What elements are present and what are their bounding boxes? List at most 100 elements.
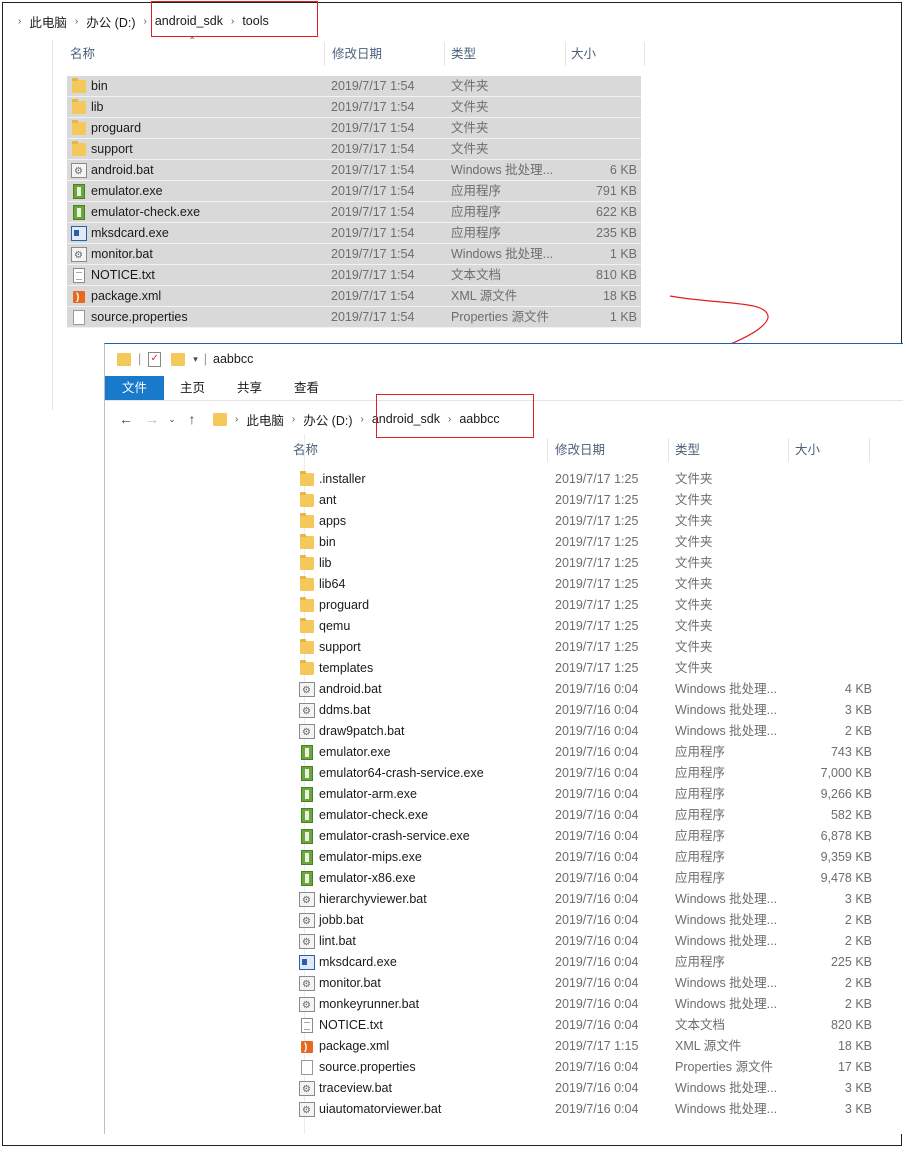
file-row[interactable]: ant 2019/7/17 1:25 文件夹 [295,490,875,511]
column-divider[interactable] [869,438,870,462]
file-date: 2019/7/16 0:04 [555,724,639,738]
file-row[interactable]: uiautomatorviewer.bat 2019/7/16 0:04 Windo… [295,1099,875,1121]
file-type: XML 源文件 [675,1039,742,1053]
new-folder-icon[interactable] [171,352,186,366]
forward-arrow-icon[interactable]: → [139,411,165,427]
file-type: 文件夹 [675,640,713,654]
file-row[interactable]: bin 2019/7/17 1:25 文件夹 [295,532,875,553]
file-name: ant [319,493,337,507]
file-row[interactable]: support 2019/7/17 1:25 文件夹 [295,637,875,658]
file-size: 3 KB [844,703,872,717]
file-row[interactable]: apps 2019/7/17 1:25 文件夹 [295,511,875,532]
file-date: 2019/7/17 1:25 [555,472,639,486]
file-date: 2019/7/16 0:04 [555,1018,639,1032]
file-row[interactable]: .installer 2019/7/17 1:25 文件夹 [295,469,875,490]
file-type: Windows 批处理... [675,892,778,906]
file-name: uiautomatorviewer.bat [319,1102,442,1116]
file-row[interactable]: emulator.exe 2019/7/16 0:04 应用程序 743 KB [295,742,875,763]
folder-icon [300,534,314,549]
file-type: 应用程序 [675,745,726,759]
file-row[interactable]: jobb.bat 2019/7/16 0:04 Windows 批处理... 2 KB [295,910,875,932]
file-size: 582 KB [830,808,872,822]
ribbon-tab-file[interactable]: 文件 [105,376,165,400]
file-size: 743 KB [830,745,872,759]
file-row[interactable]: lint.bat 2019/7/16 0:04 Windows 批处理... 2 KB [295,931,875,953]
file-name: emulator64-crash-service.exe [319,766,484,780]
breadcrumb-this-pc[interactable]: 此电脑 [246,410,284,429]
column-date-header[interactable]: 修改日期 [555,436,605,464]
w2-file-list: .installer 2019/7/17 1:25 文件夹 ant 2019/7/17 … [295,469,875,1121]
file-name: templates [319,661,374,675]
folder-icon [300,513,314,528]
file-type: 文件夹 [675,472,713,486]
file-row[interactable]: package.xml 2019/7/17 1:15 XML 源文件 18 KB [295,1036,875,1058]
recent-dropdown-icon[interactable]: ⌄ [165,414,179,425]
file-row[interactable]: ddms.bat 2019/7/16 0:04 Windows 批处理... 3 KB [295,700,875,722]
file-row[interactable]: draw9patch.bat 2019/7/16 0:04 Windows 批处理.… [295,721,875,743]
file-name: monitor.bat [319,976,381,990]
file-type: 文件夹 [675,577,713,591]
folder-icon [300,660,314,675]
file-row[interactable]: emulator64-crash-service.exe 2019/7/16 0:… [295,763,875,784]
file-size: 2 KB [844,934,872,948]
back-arrow-icon[interactable]: ← [113,411,139,427]
file-row[interactable]: monitor.bat 2019/7/16 0:04 Windows 批处理... 2… [295,973,875,995]
file-row[interactable]: emulator-arm.exe 2019/7/16 0:04 应用程序 9,266 … [295,784,875,805]
column-size-header[interactable]: 大小 [795,436,820,464]
ribbon-tab-view[interactable]: 查看 [278,376,335,400]
file-name: hierarchyviewer.bat [319,892,427,906]
file-row[interactable]: NOTICE.txt 2019/7/16 0:04 文本文档 820 KB [295,1015,875,1036]
file-date: 2019/7/16 0:04 [555,997,639,1011]
file-type: 应用程序 [675,829,726,843]
up-arrow-icon[interactable]: ↑ [179,411,205,427]
batch-file-icon [299,722,315,743]
file-type: 文本文档 [675,1018,726,1032]
file-type: 应用程序 [675,955,726,969]
column-divider[interactable] [788,438,789,462]
properties-check-icon[interactable]: ✓ [148,351,162,367]
title-separator: | [203,352,208,366]
file-row[interactable]: emulator-crash-service.exe 2019/7/16 0:04… [295,826,875,847]
file-row[interactable]: emulator-check.exe 2019/7/16 0:04 应用程序 582 … [295,805,875,826]
file-row[interactable]: traceview.bat 2019/7/16 0:04 Windows 批处理..… [295,1078,875,1100]
file-name: jobb.bat [319,913,364,927]
batch-file-icon [299,974,315,995]
file-name: qemu [319,619,351,633]
file-date: 2019/7/17 1:25 [555,535,639,549]
file-name: source.properties [319,1060,416,1074]
android-exe-icon [301,787,313,802]
file-size: 6,878 KB [820,829,872,843]
document-icon [301,1060,313,1075]
column-divider[interactable] [547,438,548,462]
ribbon-tab-share[interactable]: 共享 [221,376,278,400]
file-row[interactable]: lib64 2019/7/17 1:25 文件夹 [295,574,875,595]
file-row[interactable]: proguard 2019/7/17 1:25 文件夹 [295,595,875,616]
file-row[interactable]: templates 2019/7/17 1:25 文件夹 [295,658,875,679]
column-name-header[interactable]: 名称 [293,436,318,464]
file-date: 2019/7/16 0:04 [555,682,639,696]
column-divider[interactable] [668,438,669,462]
file-type: 文件夹 [675,493,713,507]
file-row[interactable]: android.bat 2019/7/16 0:04 Windows 批处理... 4… [295,679,875,701]
batch-file-icon [299,680,315,701]
file-date: 2019/7/17 1:15 [555,1039,639,1053]
file-row[interactable]: mksdcard.exe 2019/7/16 0:04 应用程序 225 KB [295,952,875,973]
file-name: emulator-x86.exe [319,871,416,885]
file-row[interactable]: emulator-mips.exe 2019/7/16 0:04 应用程序 9,359… [295,847,875,868]
file-name: proguard [319,598,370,612]
ribbon-tab-home[interactable]: 主页 [164,376,221,400]
file-row[interactable]: monkeyrunner.bat 2019/7/16 0:04 Windows 批处… [295,994,875,1016]
folder-icon [300,597,314,612]
file-row[interactable]: qemu 2019/7/17 1:25 文件夹 [295,616,875,637]
breadcrumb-drive-d[interactable]: 办公 (D:) [303,410,352,429]
file-type: Windows 批处理... [675,1102,778,1116]
column-type-header[interactable]: 类型 [675,436,700,464]
file-row[interactable]: source.properties 2019/7/16 0:04 Propertie… [295,1057,875,1078]
file-date: 2019/7/16 0:04 [555,745,639,759]
quick-access-dropdown-icon[interactable]: ▾ [193,354,198,365]
file-row[interactable]: emulator-x86.exe 2019/7/16 0:04 应用程序 9,478 … [295,868,875,889]
file-name: emulator.exe [319,745,391,759]
file-row[interactable]: hierarchyviewer.bat 2019/7/16 0:04 Windows… [295,889,875,911]
file-name: emulator-mips.exe [319,850,422,864]
file-row[interactable]: lib 2019/7/17 1:25 文件夹 [295,553,875,574]
